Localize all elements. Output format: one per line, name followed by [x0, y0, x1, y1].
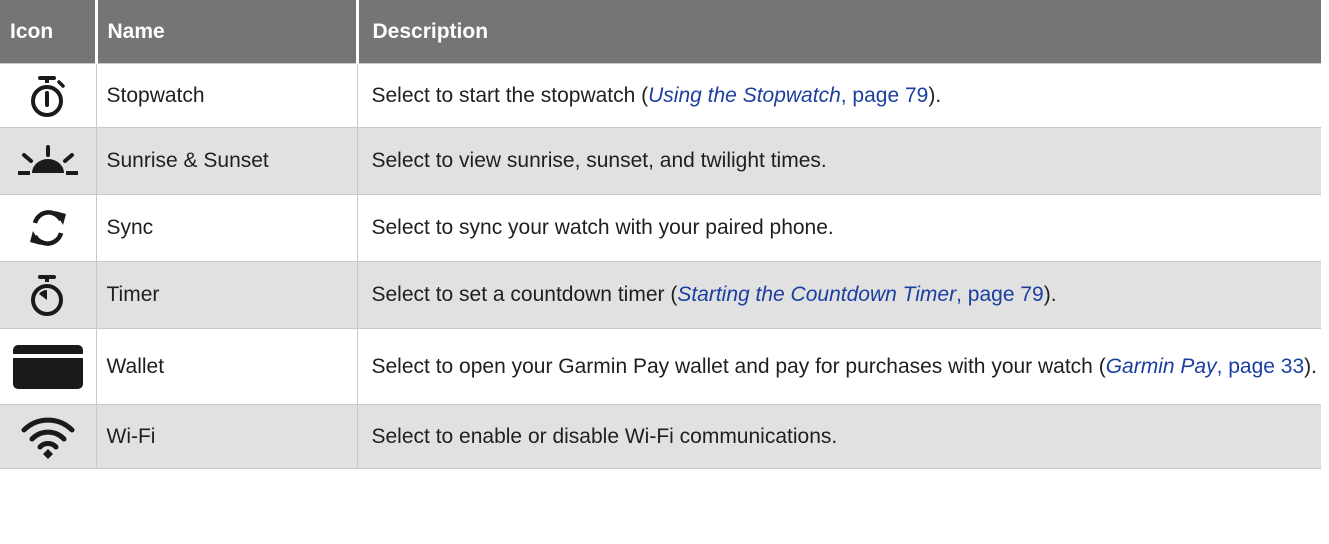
- sunrise-sunset-icon: [17, 145, 78, 175]
- table-row: Wi-Fi Select to enable or disable Wi-Fi …: [0, 404, 1321, 469]
- header-description: Description: [355, 0, 1321, 64]
- icon-reference-table: Icon Name Description Stopwatch Select t…: [0, 0, 1321, 469]
- desc-text: ).: [1304, 354, 1317, 378]
- cross-reference-link[interactable]: Garmin Pay, page 33: [1106, 355, 1304, 378]
- table-row: Sync Select to sync your watch with your…: [0, 194, 1321, 262]
- icon-cell: [0, 194, 96, 262]
- desc-text: Select to open your Garmin Pay wallet an…: [371, 354, 1106, 378]
- icon-cell: [0, 261, 96, 329]
- row-description: Select to start the stopwatch (Using the…: [356, 63, 1321, 128]
- row-description: Select to sync your watch with your pair…: [356, 194, 1321, 262]
- row-name: Sunrise & Sunset: [95, 127, 357, 195]
- link-title[interactable]: Garmin Pay: [1106, 355, 1217, 378]
- row-name: Sync: [95, 194, 357, 262]
- row-description: Select to set a countdown timer (Startin…: [356, 261, 1321, 329]
- icon-cell: [0, 328, 96, 405]
- row-name: Wallet: [95, 328, 357, 405]
- icon-cell: [0, 127, 96, 195]
- header-icon: Icon: [0, 0, 96, 64]
- table-row: Timer Select to set a countdown timer (S…: [0, 261, 1321, 329]
- desc-text: ).: [928, 83, 942, 107]
- wallet-icon: [12, 344, 83, 389]
- row-description: Select to open your Garmin Pay wallet an…: [356, 328, 1321, 405]
- row-description: Select to view sunrise, sunset, and twil…: [356, 127, 1321, 195]
- icon-cell: [0, 63, 96, 128]
- wifi-icon: [21, 417, 75, 459]
- cross-reference-link[interactable]: Starting the Countdown Timer, page 79: [677, 283, 1043, 306]
- stopwatch-icon: [30, 75, 65, 117]
- desc-text: Select to set a countdown timer (: [371, 283, 678, 306]
- row-description: Select to enable or disable Wi-Fi commun…: [356, 404, 1321, 469]
- link-title[interactable]: Using the Stopwatch: [648, 84, 841, 107]
- table-row: Sunrise & Sunset Select to view sunrise,…: [0, 127, 1321, 195]
- row-name: Wi-Fi: [95, 404, 357, 469]
- row-name: Timer: [95, 261, 357, 329]
- table-header-row: Icon Name Description: [0, 0, 1321, 64]
- link-page[interactable]: , page 33: [1217, 355, 1305, 378]
- link-title[interactable]: Starting the Countdown Timer: [677, 283, 956, 306]
- cross-reference-link[interactable]: Using the Stopwatch, page 79: [648, 84, 928, 107]
- timer-icon: [30, 275, 63, 316]
- desc-text: ).: [1043, 283, 1057, 306]
- desc-text: Select to start the stopwatch (: [371, 83, 649, 107]
- sync-icon: [29, 210, 66, 246]
- row-name: Stopwatch: [95, 63, 357, 128]
- icon-cell: [0, 404, 96, 469]
- link-page[interactable]: , page 79: [841, 84, 929, 107]
- table-row: Wallet Select to open your Garmin Pay wa…: [0, 328, 1321, 405]
- table-row: Stopwatch Select to start the stopwatch …: [0, 63, 1321, 128]
- header-name: Name: [94, 0, 357, 64]
- link-page[interactable]: , page 79: [956, 283, 1044, 306]
